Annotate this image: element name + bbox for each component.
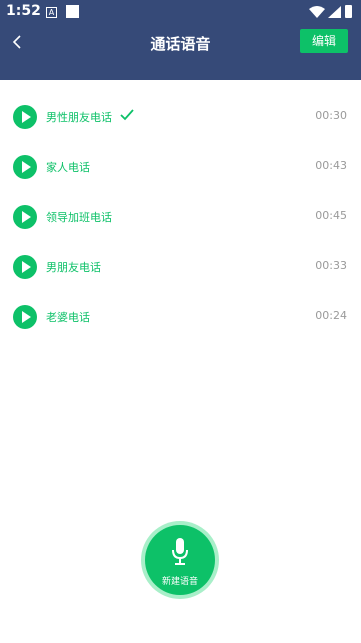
- play-icon[interactable]: [13, 255, 37, 279]
- status-bar: 1:52 A: [0, 0, 361, 25]
- voice-item-label: 领导加班电话: [46, 211, 112, 224]
- voice-item[interactable]: 领导加班电话 00:45: [0, 199, 361, 235]
- signal-icon: [328, 6, 341, 18]
- app-header: 通话语音 编辑: [0, 25, 361, 80]
- play-icon[interactable]: [13, 305, 37, 329]
- voice-item-duration: 00:43: [315, 159, 347, 172]
- new-voice-button[interactable]: 新建语音: [141, 521, 219, 599]
- voice-item-duration: 00:30: [315, 109, 347, 122]
- notification-square-icon: [66, 5, 79, 18]
- check-icon: [120, 109, 134, 121]
- voice-item-label: 家人电话: [46, 161, 90, 174]
- voice-item[interactable]: 老婆电话 00:24: [0, 299, 361, 335]
- notification-a-icon: A: [46, 7, 57, 18]
- voice-item-duration: 00:45: [315, 209, 347, 222]
- wifi-icon: [309, 6, 325, 18]
- voice-item-label: 男性朋友电话: [46, 111, 112, 124]
- new-voice-button-core[interactable]: 新建语音: [145, 525, 215, 595]
- voice-item[interactable]: 男性朋友电话 00:30: [0, 99, 361, 135]
- voice-item[interactable]: 男朋友电话 00:33: [0, 249, 361, 285]
- voice-item-label: 老婆电话: [46, 311, 90, 324]
- battery-icon: [345, 5, 352, 18]
- voice-item-duration: 00:24: [315, 309, 347, 322]
- edit-button[interactable]: 编辑: [300, 29, 348, 53]
- voice-item-label: 男朋友电话: [46, 261, 101, 274]
- status-time: 1:52: [6, 3, 41, 19]
- voice-item-duration: 00:33: [315, 259, 347, 272]
- new-voice-label: 新建语音: [161, 577, 198, 587]
- voice-item[interactable]: 家人电话 00:43: [0, 149, 361, 185]
- play-icon[interactable]: [13, 205, 37, 229]
- play-icon[interactable]: [13, 155, 37, 179]
- play-icon[interactable]: [13, 105, 37, 129]
- microphone-icon: [172, 538, 188, 565]
